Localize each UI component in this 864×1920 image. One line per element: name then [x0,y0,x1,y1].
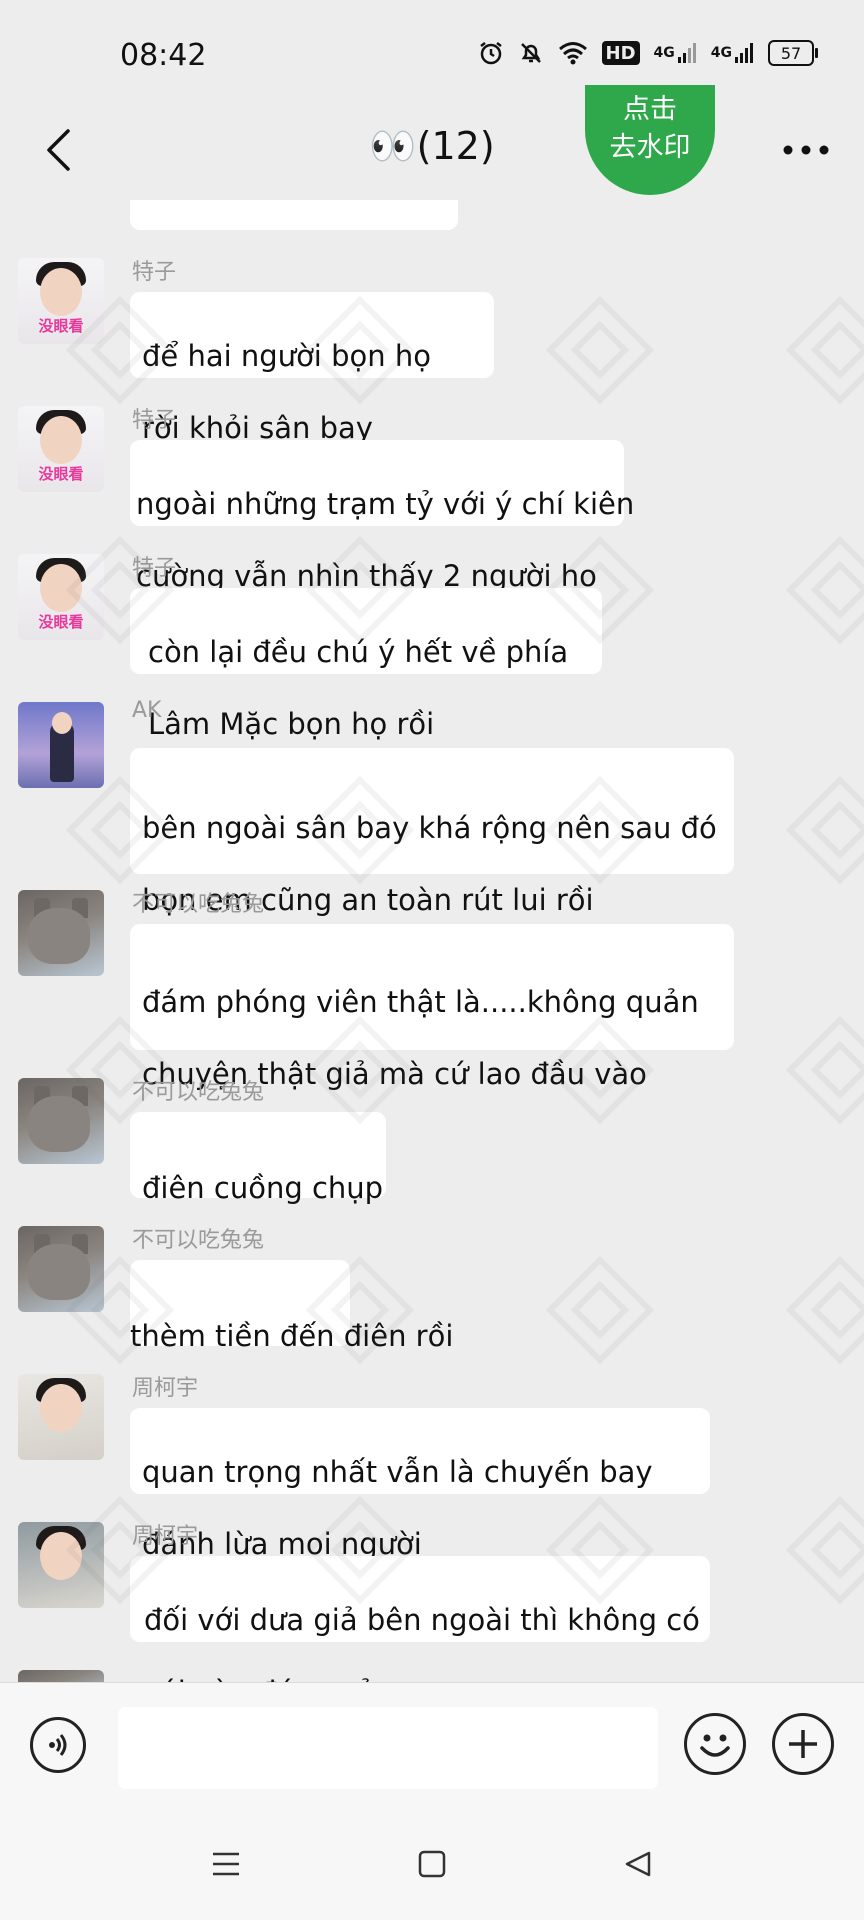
battery-icon: 57 [768,40,818,66]
avatar-tag: 没眼看 [38,465,84,483]
avatar[interactable] [18,1078,104,1164]
sender-name: 特子 [132,408,177,433]
more-button[interactable] [776,122,836,178]
avatar-face [40,1384,82,1432]
sender-name: AK [132,698,162,723]
message-line: đối với dưa giả bên ngoài thì không có [144,1603,700,1637]
message-bubble[interactable]: còn lại đều chú ý hết về phía Lâm Mặc bọ… [130,588,602,741]
avatar[interactable] [18,1522,104,1608]
status-time: 08:42 [120,38,207,73]
sender-name: 周柯宇 [132,1524,199,1549]
message-line: quan trọng nhất vẫn là chuyến bay [142,1455,653,1489]
sender-name: 不可以吃兔兔 [132,892,265,917]
alarm-icon [478,40,504,66]
remove-watermark-line1: 点击 [623,94,677,125]
message-line: còn lại đều chú ý hết về phía [148,635,569,669]
message-bubble[interactable]: bên ngoài sân bay khá rộng nên sau đó bọ… [130,748,734,917]
wifi-icon [558,41,588,65]
message-line: điên cuồng chụp [142,1171,384,1205]
avatar[interactable] [18,890,104,976]
message-bubble[interactable]: điên cuồng chụp [130,1112,386,1205]
message-line: bên ngoài sân bay khá rộng nên sau đó [142,811,717,845]
input-bar [0,1682,864,1809]
partial-avatar [18,1670,104,1682]
avatar-face [40,268,82,316]
message-bubble[interactable]: ngoài những trạm tỷ với ý chí kiên cường… [130,440,635,593]
sender-name: 不可以吃兔兔 [132,1080,265,1105]
menu-button[interactable] [204,1842,248,1886]
message-line: để hai người bọn họ [142,339,431,373]
avatar-cat-body [28,1244,90,1300]
avatar[interactable] [18,1226,104,1312]
remove-watermark-line2: 去水印 [609,132,691,163]
network-2-label: 4G [710,45,732,61]
message-bubble[interactable]: quan trọng nhất vẫn là chuyến bay đánh l… [130,1408,710,1561]
plus-button[interactable] [772,1713,834,1775]
home-icon [418,1850,446,1878]
avatar-face [40,416,82,464]
voice-button[interactable] [30,1717,86,1773]
message-line: cái nào đúng cả [144,1674,698,1682]
plus-icon [789,1730,817,1758]
menu-icon [213,1852,239,1876]
avatar-tag: 没眼看 [38,613,84,631]
chat-header: 👀(12) [0,100,864,200]
chat-screen: 08:42 HD 4G 4G 57 👀(12) 点击 去水印 没眼看 特子 để… [0,0,864,1920]
message-bubble[interactable]: để hai người bọn họ rời khỏi sân bay [130,292,494,445]
chat-title: 👀(12) [369,124,495,168]
message-line: đám phóng viên thật là.....không quản [142,985,699,1019]
emoji-icon [700,1734,730,1757]
more-dots-icon [783,145,829,155]
status-bar: 08:42 HD 4G 4G 57 [0,0,864,100]
avatar-face [40,1532,82,1580]
hd-badge: HD [601,41,640,65]
network-1-label: 4G [653,45,675,61]
message-input[interactable] [118,1707,658,1789]
sender-name: 特子 [132,556,177,581]
avatar-cat-body [28,1096,90,1152]
back-triangle-icon [625,1851,651,1877]
signal-1-icon: 4G [654,41,697,65]
sender-name: 周柯宇 [132,1376,199,1401]
message-line: thèm tiền đến điên rồi [130,1319,454,1353]
message-bubble[interactable]: thèm tiền đến điên rồi [130,1260,453,1353]
avatar[interactable] [18,702,104,788]
emoji-button[interactable] [684,1713,746,1775]
avatar[interactable]: 没眼看 [18,406,104,492]
message-bubble[interactable]: đám phóng viên thật là.....không quản ch… [130,924,734,1091]
voice-icon [49,1734,67,1756]
sender-name: 不可以吃兔兔 [132,1228,265,1253]
avatar[interactable]: 没眼看 [18,258,104,344]
signal-2-icon: 4G [711,41,754,65]
message-line: Lâm Mặc bọn họ rồi [148,707,435,741]
mute-bell-icon [518,40,544,66]
avatar-tag: 没眼看 [38,317,84,335]
message-bubble[interactable]: đối với dưa giả bên ngoài thì không có c… [130,1556,710,1682]
avatar-face [52,712,72,734]
avatar[interactable] [18,1374,104,1460]
avatar[interactable]: 没眼看 [18,554,104,640]
status-icons: HD 4G 4G 57 [478,40,818,66]
avatar-face [40,564,82,612]
back-nav-button[interactable] [616,1842,660,1886]
system-nav-bar [0,1808,864,1920]
avatar-cat-body [28,908,90,964]
home-button[interactable] [410,1842,454,1886]
message-line: ngoài những trạm tỷ với ý chí kiên [136,487,635,521]
sender-name: 特子 [132,260,177,285]
message-list[interactable]: 没眼看 特子 để hai người bọn họ rời khỏi sân … [0,150,864,1682]
